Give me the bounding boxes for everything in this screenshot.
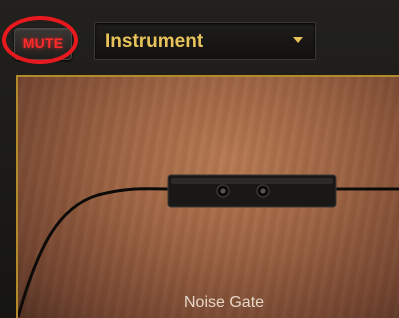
pedalboard-graphic (18, 174, 399, 318)
pedal-name-label: Noise Gate (184, 294, 265, 311)
input-source-dropdown[interactable]: Instrument (94, 22, 316, 60)
input-source-value: Instrument (105, 31, 204, 52)
noise-gate-pedal[interactable] (167, 174, 337, 208)
input-cable (18, 187, 171, 318)
pedalboard-panel (16, 75, 399, 318)
mute-button[interactable]: MUTE (14, 28, 72, 60)
chevron-down-icon (293, 37, 303, 43)
mute-button-label: MUTE (22, 35, 64, 51)
